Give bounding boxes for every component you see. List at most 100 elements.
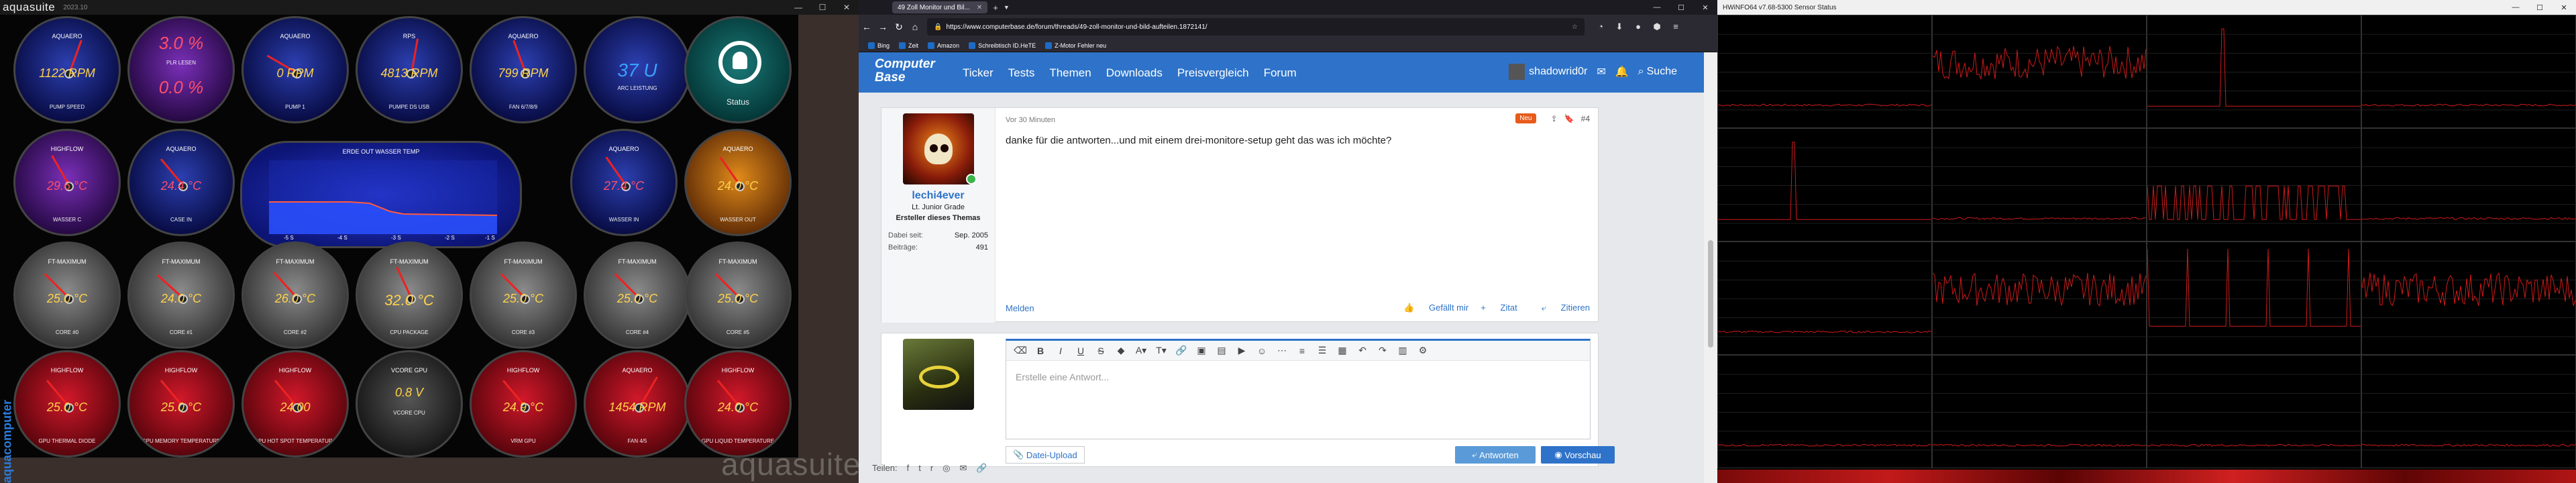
computerbase-logo[interactable]: Computer Base (875, 58, 935, 85)
bookmark-item[interactable]: Z-Motor Fehler neu (1045, 42, 1106, 49)
downloads-icon[interactable]: ⬇ (1610, 21, 1629, 32)
maximize-icon[interactable]: ☐ (2528, 0, 2552, 15)
emoji-icon[interactable]: ☺ (1252, 345, 1272, 356)
post-author[interactable]: lechi4ever (881, 190, 995, 202)
more-icon[interactable]: ⋯ (1272, 345, 1292, 356)
bookmark-item[interactable]: Bing (868, 42, 890, 49)
reply-editor[interactable]: ⌫ B I U S ◆ A▾ T▾ 🔗 ▣ ▤ ▶ ☺ ⋯ ≡ ☰ ▦ ↶ ↷ … (1006, 339, 1591, 439)
undo-icon[interactable]: ↶ (1352, 345, 1373, 356)
browser-tab[interactable]: 49 Zoll Monitor und Bil... ✕ (892, 1, 988, 13)
lock-icon[interactable]: 🔒 (934, 23, 942, 31)
minimize-icon[interactable]: — (786, 0, 810, 15)
like-button[interactable]: 👍 Gefällt mir (1391, 303, 1468, 313)
cite-button[interactable]: ⤶ Zitieren (1529, 303, 1590, 313)
back-icon[interactable]: ← (859, 21, 875, 32)
nav-tests[interactable]: Tests (1008, 66, 1035, 80)
gauge-caption: GPU LIQUID TEMPERATURE (701, 438, 775, 444)
bookmark-label: Bing (877, 42, 890, 49)
own-avatar[interactable] (903, 339, 974, 410)
text-color-icon[interactable]: ◆ (1111, 345, 1131, 356)
link-icon[interactable]: 🔗 (976, 463, 987, 474)
username[interactable]: shadowrid0r (1529, 66, 1587, 78)
messages-icon[interactable]: ✉ (1597, 65, 1605, 78)
gauge-caption: WASSER C (52, 217, 82, 223)
italic-icon[interactable]: I (1051, 345, 1071, 356)
redo-icon[interactable]: ↷ (1373, 345, 1393, 356)
sensor-graph-plot (1933, 34, 2147, 111)
upload-button[interactable]: 📎 Datei-Upload (1006, 446, 1085, 464)
email-icon[interactable]: ✉ (960, 463, 967, 474)
forward-icon[interactable]: → (875, 21, 891, 32)
table-icon[interactable]: ▦ (1332, 345, 1352, 356)
search-label[interactable]: Suche (1647, 66, 1677, 78)
gauge-label: FT-MAXIMUM (390, 258, 429, 265)
font-size-icon[interactable]: T▾ (1151, 345, 1171, 356)
gauge-caption: CORE #4 (625, 329, 649, 335)
scrollbar[interactable] (1704, 52, 1717, 483)
post-timestamp[interactable]: Vor 30 Minuten (1006, 116, 1055, 124)
new-tab-icon[interactable]: + (993, 3, 998, 13)
reload-icon[interactable]: ↻ (891, 21, 907, 33)
url-bar[interactable]: 🔒 https://www.computerbase.de/forum/thre… (927, 18, 1585, 36)
pocket-icon[interactable]: ◔ (1591, 21, 1610, 32)
whatsapp-icon[interactable]: ◎ (943, 463, 950, 474)
close-icon[interactable]: ✕ (835, 0, 859, 15)
bookmark-star-icon[interactable]: ☆ (1572, 23, 1578, 31)
gauge-gpu-memory: HIGHFLOW 25.0 °C GPU MEMORY TEMPERATURE (127, 350, 235, 458)
bookmark-item[interactable]: Amazon (928, 42, 959, 49)
reddit-icon[interactable]: r (930, 463, 933, 474)
strikethrough-icon[interactable]: S (1091, 345, 1111, 356)
answer-button[interactable]: ⤶ Antworten (1455, 446, 1536, 464)
nav-forum[interactable]: Forum (1264, 66, 1297, 80)
report-link[interactable]: Melden (1006, 303, 1034, 313)
settings-gear-icon[interactable]: ⚙ (1413, 345, 1433, 356)
font-icon[interactable]: A▾ (1131, 345, 1151, 356)
notifications-bell-icon[interactable]: 🔔 (1615, 65, 1629, 78)
nav-preisvergleich[interactable]: Preisvergleich (1177, 66, 1249, 80)
tab-list-icon[interactable]: ▼ (1004, 4, 1010, 11)
eraser-icon[interactable]: ⌫ (1010, 345, 1030, 356)
scrollbar-thumb[interactable] (1708, 240, 1713, 347)
nav-ticker[interactable]: Ticker (963, 66, 994, 80)
video-icon[interactable]: ▶ (1232, 345, 1252, 356)
menu-icon[interactable]: ≡ (1666, 21, 1685, 32)
share-icon[interactable]: ⇪ (1551, 114, 1558, 123)
user-avatar[interactable] (1509, 64, 1525, 80)
list-icon[interactable]: ☰ (1312, 345, 1332, 356)
close-tab-icon[interactable]: ✕ (977, 4, 982, 11)
user-avatar[interactable] (903, 113, 974, 184)
underline-icon[interactable]: U (1071, 345, 1091, 356)
bookmark-icon[interactable]: 🔖 (1564, 114, 1574, 123)
close-icon[interactable]: ✕ (1693, 0, 1717, 15)
close-icon[interactable]: ✕ (2552, 0, 2576, 15)
site-header: Computer Base Ticker Tests Themen Downlo… (859, 52, 1704, 93)
extensions-icon[interactable]: ⬢ (1648, 21, 1666, 32)
twitter-icon[interactable]: t (918, 463, 921, 474)
minimize-icon[interactable]: — (1645, 0, 1669, 15)
bookmark-favicon-icon (899, 42, 906, 49)
bookmark-item[interactable]: Schreibtisch ID.HeTE (969, 42, 1036, 49)
link-icon[interactable]: 🔗 (1171, 345, 1191, 356)
drafts-icon[interactable]: ▥ (1393, 345, 1413, 356)
align-icon[interactable]: ≡ (1292, 345, 1312, 356)
post-actions: Neu ⇪ 🔖 #4 (1509, 113, 1590, 123)
media-icon[interactable]: ▤ (1212, 345, 1232, 356)
gauge-label: AQUAERO (508, 33, 539, 40)
account-icon[interactable]: ● (1629, 21, 1648, 32)
facebook-icon[interactable]: f (907, 463, 910, 474)
image-icon[interactable]: ▣ (1191, 345, 1212, 356)
preview-button[interactable]: ◉ Vorschau (1541, 446, 1615, 464)
minimize-icon[interactable]: — (2504, 0, 2528, 15)
home-icon[interactable]: ⌂ (907, 21, 923, 32)
quote-button[interactable]: + Zitat (1481, 303, 1517, 313)
nav-themen[interactable]: Themen (1049, 66, 1091, 80)
bookmark-item[interactable]: Zeit (899, 42, 918, 49)
maximize-icon[interactable]: ☐ (810, 0, 835, 15)
nav-downloads[interactable]: Downloads (1106, 66, 1163, 80)
bold-icon[interactable]: B (1030, 345, 1051, 356)
gauge-label: FT-MAXIMUM (718, 258, 757, 265)
maximize-icon[interactable]: ☐ (1669, 0, 1693, 15)
post-number[interactable]: #4 (1581, 114, 1590, 123)
gauge-core-3: FT-MAXIMUM 25.0 °C CORE #3 (470, 241, 577, 349)
search-icon[interactable]: ⌕ (1638, 66, 1644, 78)
